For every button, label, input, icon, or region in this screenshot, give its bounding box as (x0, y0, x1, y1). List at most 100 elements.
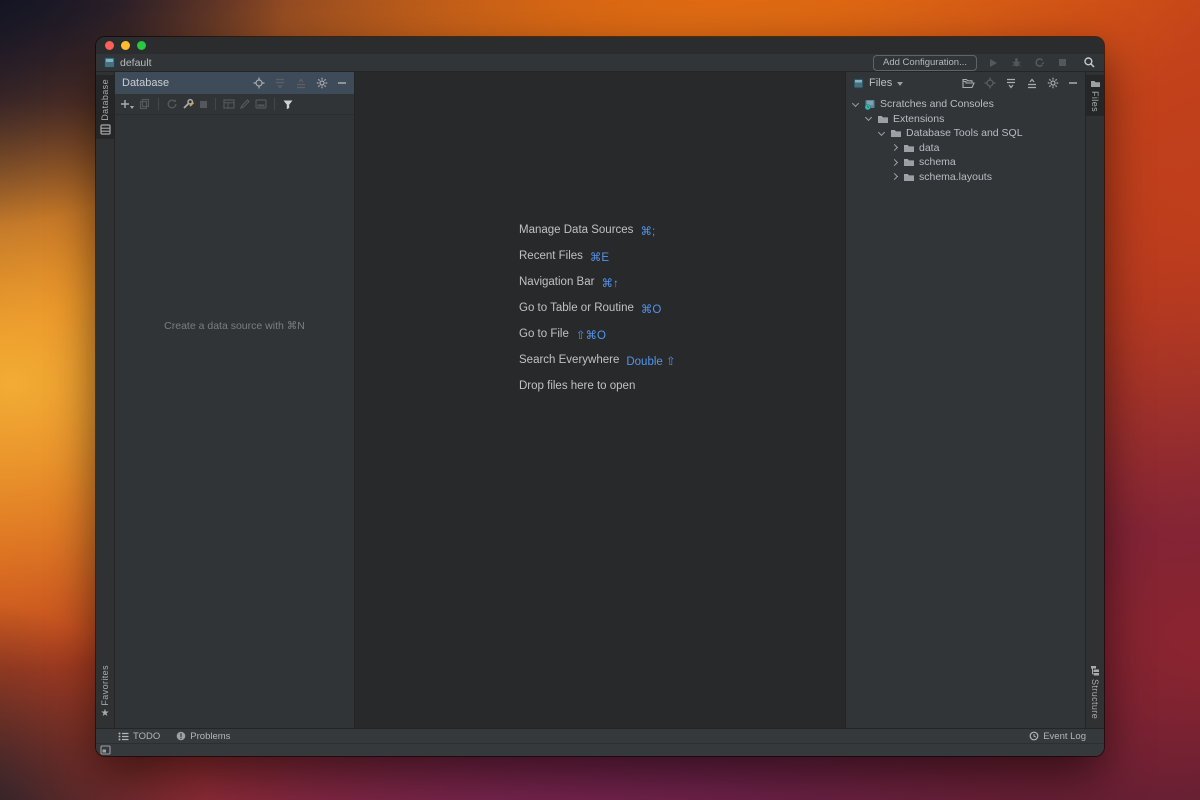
run-config-icon (104, 57, 115, 68)
tree-row[interactable]: Scratches and Consoles (846, 97, 1085, 112)
tree-row[interactable]: Database Tools and SQL (846, 126, 1085, 141)
database-icon (100, 124, 111, 135)
editor-area[interactable]: Manage Data Sources⌘;Recent Files⌘ENavig… (355, 72, 845, 728)
tree-row[interactable]: data (846, 141, 1085, 156)
debug-icon[interactable] (1009, 56, 1023, 70)
shortcut-keys: ⌘O (641, 302, 661, 316)
star-icon: ★ (101, 709, 110, 719)
event-log-icon (1029, 731, 1039, 741)
tab-database-label: Database (100, 79, 110, 121)
run-config-name[interactable]: default (120, 57, 152, 69)
shortcut-label: Go to File (519, 328, 569, 340)
folder-icon (890, 128, 902, 138)
duplicate-icon[interactable] (139, 98, 151, 110)
tab-todo-label: TODO (133, 731, 160, 742)
status-bar (96, 743, 1104, 756)
jump-to-console-icon[interactable] (223, 99, 235, 110)
filter-icon[interactable] (282, 99, 294, 110)
shortcut-label: Search Everywhere (519, 354, 619, 366)
tree-row[interactable]: schema (846, 155, 1085, 170)
shortcut-hint-row: Drop files here to open (519, 380, 845, 406)
toolwindow-switcher-icon[interactable] (100, 745, 111, 755)
search-everywhere-icon[interactable] (1082, 56, 1096, 70)
expand-all-icon[interactable] (274, 78, 286, 89)
bottom-tool-stripe: TODO Problems Event Log (96, 728, 1104, 743)
folder-icon (903, 172, 915, 182)
tree-row[interactable]: schema.layouts (846, 170, 1085, 185)
left-tool-stripe: Database Favorites ★ (96, 72, 115, 728)
chevron-collapsed-icon[interactable] (891, 159, 898, 166)
tree-item-label: data (919, 142, 939, 154)
tree-item-label: Extensions (893, 113, 944, 125)
shortcut-label: Recent Files (519, 250, 583, 262)
shortcut-keys: Double ⇧ (626, 354, 675, 368)
gear-icon[interactable] (316, 77, 328, 89)
add-data-source-icon[interactable] (120, 99, 135, 110)
database-panel-header[interactable]: Database (115, 72, 354, 94)
tab-todo[interactable]: TODO (118, 731, 160, 742)
tree-item-label: schema.layouts (919, 171, 992, 183)
tab-structure[interactable]: Structure (1086, 661, 1104, 723)
tab-structure-label: Structure (1090, 679, 1100, 719)
coverage-icon[interactable] (1032, 56, 1046, 70)
tab-favorites[interactable]: Favorites ★ (96, 661, 114, 723)
tab-files[interactable]: Files (1086, 75, 1104, 116)
database-panel-title: Database (122, 77, 169, 89)
shortcut-hint-row: Recent Files ⌘E (519, 250, 845, 276)
select-open-file-icon[interactable] (962, 78, 975, 89)
folder-icon (877, 114, 889, 124)
shortcut-hint-row: Navigation Bar⌘↑ (519, 276, 845, 302)
refresh-icon[interactable] (166, 98, 178, 110)
run-icon[interactable] (986, 56, 1000, 70)
zoom-window-button[interactable] (137, 41, 146, 50)
collapse-all-icon[interactable] (295, 78, 307, 89)
folder-icon (1090, 79, 1101, 88)
chevron-expanded-icon[interactable] (878, 129, 885, 136)
tree-row[interactable]: Extensions (846, 112, 1085, 127)
database-panel-body[interactable]: Create a data source with ⌘N (115, 115, 354, 728)
chevron-down-icon[interactable] (897, 82, 903, 86)
tab-problems[interactable]: Problems (176, 731, 230, 742)
problems-icon (176, 731, 186, 741)
folder-icon (903, 157, 915, 167)
gear-icon[interactable] (1047, 77, 1059, 89)
database-toolbar (115, 94, 354, 115)
locate-icon[interactable] (984, 77, 996, 89)
expand-all-icon[interactable] (1005, 78, 1017, 89)
tab-event-log[interactable]: Event Log (1029, 731, 1086, 742)
stop-query-icon[interactable] (199, 100, 208, 109)
add-configuration-button[interactable]: Add Configuration... (873, 55, 977, 71)
hide-panel-icon[interactable] (337, 78, 347, 88)
files-panel-header[interactable]: Files (846, 72, 1085, 94)
titlebar (96, 37, 1104, 54)
chevron-expanded-icon[interactable] (852, 100, 859, 107)
tree-item-label: Database Tools and SQL (906, 127, 1023, 139)
tab-database[interactable]: Database (96, 75, 114, 139)
shortcut-label: Drop files here to open (519, 380, 635, 392)
data-source-properties-icon[interactable] (182, 98, 195, 110)
shortcut-label: Go to Table or Routine (519, 302, 634, 314)
tree-item-label: Scratches and Consoles (880, 98, 994, 110)
files-panel-icon (853, 78, 864, 89)
view-editor-icon[interactable] (255, 99, 267, 109)
files-tree: Scratches and Consoles Extensions Database… (846, 94, 1085, 184)
edit-icon[interactable] (239, 98, 251, 110)
tree-item-label: schema (919, 156, 956, 168)
hide-panel-icon[interactable] (1068, 78, 1078, 88)
files-panel: Files (845, 72, 1085, 728)
database-panel: Database (115, 72, 355, 728)
chevron-collapsed-icon[interactable] (891, 173, 898, 180)
locate-icon[interactable] (253, 77, 265, 89)
stop-icon[interactable] (1055, 56, 1069, 70)
shortcut-hint-row: Go to File⇧⌘O (519, 328, 845, 354)
close-window-button[interactable] (105, 41, 114, 50)
chevron-collapsed-icon[interactable] (891, 144, 898, 151)
collapse-all-icon[interactable] (1026, 78, 1038, 89)
minimize-window-button[interactable] (121, 41, 130, 50)
chevron-expanded-icon[interactable] (865, 114, 872, 121)
main-toolbar: default Add Configuration... (96, 54, 1104, 72)
create-data-source-hint: Create a data source with ⌘N (115, 320, 354, 332)
shortcut-keys: ⌘E (590, 250, 609, 264)
todo-icon (118, 732, 129, 741)
tab-favorites-label: Favorites (100, 665, 110, 706)
